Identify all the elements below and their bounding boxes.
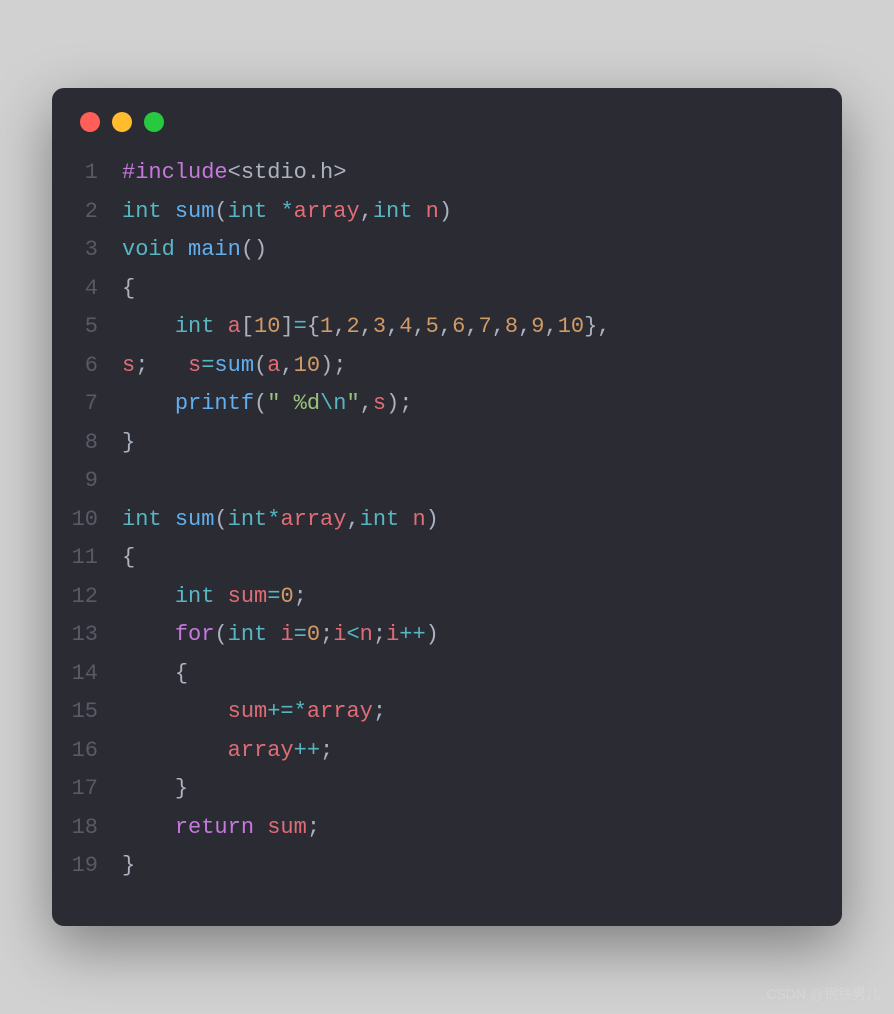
watermark: CSDN @钢铁男儿 (766, 984, 880, 1004)
code-line: 8} (52, 424, 822, 463)
line-number: 12 (52, 578, 122, 617)
line-number: 17 (52, 770, 122, 809)
code-content: return sum; (122, 809, 320, 848)
code-line: 3void main() (52, 231, 822, 270)
code-line: 5 int a[10]={1,2,3,4,5,6,7,8,9,10}, (52, 308, 822, 347)
code-content: { (122, 655, 188, 694)
titlebar (52, 88, 842, 144)
code-content: sum+=*array; (122, 693, 386, 732)
code-line: 14 { (52, 655, 822, 694)
code-content: for(int i=0;i<n;i++) (122, 616, 439, 655)
line-number: 9 (52, 462, 122, 501)
code-line: 17 } (52, 770, 822, 809)
code-content: { (122, 270, 135, 309)
maximise-icon[interactable] (144, 112, 164, 132)
line-number: 14 (52, 655, 122, 694)
line-number: 11 (52, 539, 122, 578)
code-content: s; s=sum(a,10); (122, 347, 346, 386)
line-number: 15 (52, 693, 122, 732)
code-content: void main() (122, 231, 267, 270)
code-line: 13 for(int i=0;i<n;i++) (52, 616, 822, 655)
line-number: 1 (52, 154, 122, 193)
line-number: 2 (52, 193, 122, 232)
code-line: 1#include<stdio.h> (52, 154, 822, 193)
code-content: #include<stdio.h> (122, 154, 346, 193)
line-number: 18 (52, 809, 122, 848)
code-content: array++; (122, 732, 333, 771)
code-content: int a[10]={1,2,3,4,5,6,7,8,9,10}, (122, 308, 611, 347)
line-number: 13 (52, 616, 122, 655)
code-line: 11{ (52, 539, 822, 578)
code-content: } (122, 847, 135, 886)
line-number: 7 (52, 385, 122, 424)
code-line: 9 (52, 462, 822, 501)
code-editor[interactable]: 1#include<stdio.h>2int sum(int *array,in… (52, 144, 842, 896)
line-number: 5 (52, 308, 122, 347)
code-line: 15 sum+=*array; (52, 693, 822, 732)
line-number: 10 (52, 501, 122, 540)
line-number: 19 (52, 847, 122, 886)
code-line: 4{ (52, 270, 822, 309)
code-content: } (122, 424, 135, 463)
minimise-icon[interactable] (112, 112, 132, 132)
code-line: 12 int sum=0; (52, 578, 822, 617)
code-window: 1#include<stdio.h>2int sum(int *array,in… (52, 88, 842, 926)
line-number: 8 (52, 424, 122, 463)
code-content: } (122, 770, 188, 809)
code-content: { (122, 539, 135, 578)
code-line: 19} (52, 847, 822, 886)
code-line: 7 printf(" %d\n",s); (52, 385, 822, 424)
line-number: 4 (52, 270, 122, 309)
code-line: 10int sum(int*array,int n) (52, 501, 822, 540)
code-line: 18 return sum; (52, 809, 822, 848)
code-content: int sum(int *array,int n) (122, 193, 452, 232)
line-number: 6 (52, 347, 122, 386)
code-content: printf(" %d\n",s); (122, 385, 412, 424)
line-number: 3 (52, 231, 122, 270)
line-number: 16 (52, 732, 122, 771)
code-line: 6s; s=sum(a,10); (52, 347, 822, 386)
code-line: 2int sum(int *array,int n) (52, 193, 822, 232)
code-content: int sum=0; (122, 578, 307, 617)
code-content: int sum(int*array,int n) (122, 501, 439, 540)
close-icon[interactable] (80, 112, 100, 132)
code-line: 16 array++; (52, 732, 822, 771)
